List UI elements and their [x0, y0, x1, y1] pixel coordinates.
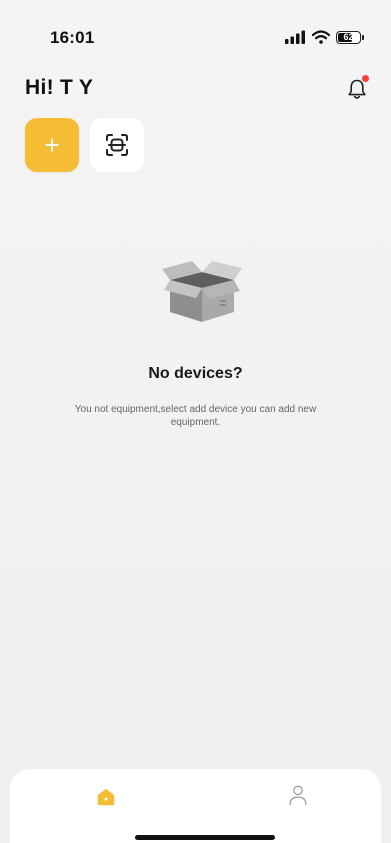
profile-icon	[289, 785, 307, 806]
app-screen: 16:01 62 Hi! T Y + No devices? You not e…	[0, 0, 391, 843]
wifi-icon	[312, 30, 330, 44]
empty-state-description: You not equipment,select add device you …	[74, 404, 317, 428]
tab-bar	[10, 769, 381, 843]
status-time: 16:01	[50, 28, 95, 47]
battery-level: 62	[343, 31, 354, 42]
empty-box-icon	[162, 261, 242, 322]
notification-button[interactable]	[343, 75, 371, 103]
scan-icon	[106, 134, 128, 156]
status-icons: 62	[284, 27, 364, 47]
plus-icon: +	[44, 130, 60, 160]
battery-icon: 62	[336, 30, 364, 44]
tab-home[interactable]	[93, 784, 119, 810]
add-device-button[interactable]: +	[25, 118, 79, 172]
battery-nub	[362, 34, 364, 40]
empty-state-title: No devices?	[148, 365, 243, 382]
notification-badge	[362, 75, 369, 82]
status-bar: 16:01 62	[0, 0, 391, 70]
tab-profile[interactable]	[285, 781, 311, 809]
home-indicator	[135, 835, 275, 840]
home-icon	[97, 788, 115, 806]
scan-button[interactable]	[90, 118, 144, 172]
greeting-title: Hi! T Y	[25, 76, 94, 99]
signal-icon	[285, 30, 305, 44]
